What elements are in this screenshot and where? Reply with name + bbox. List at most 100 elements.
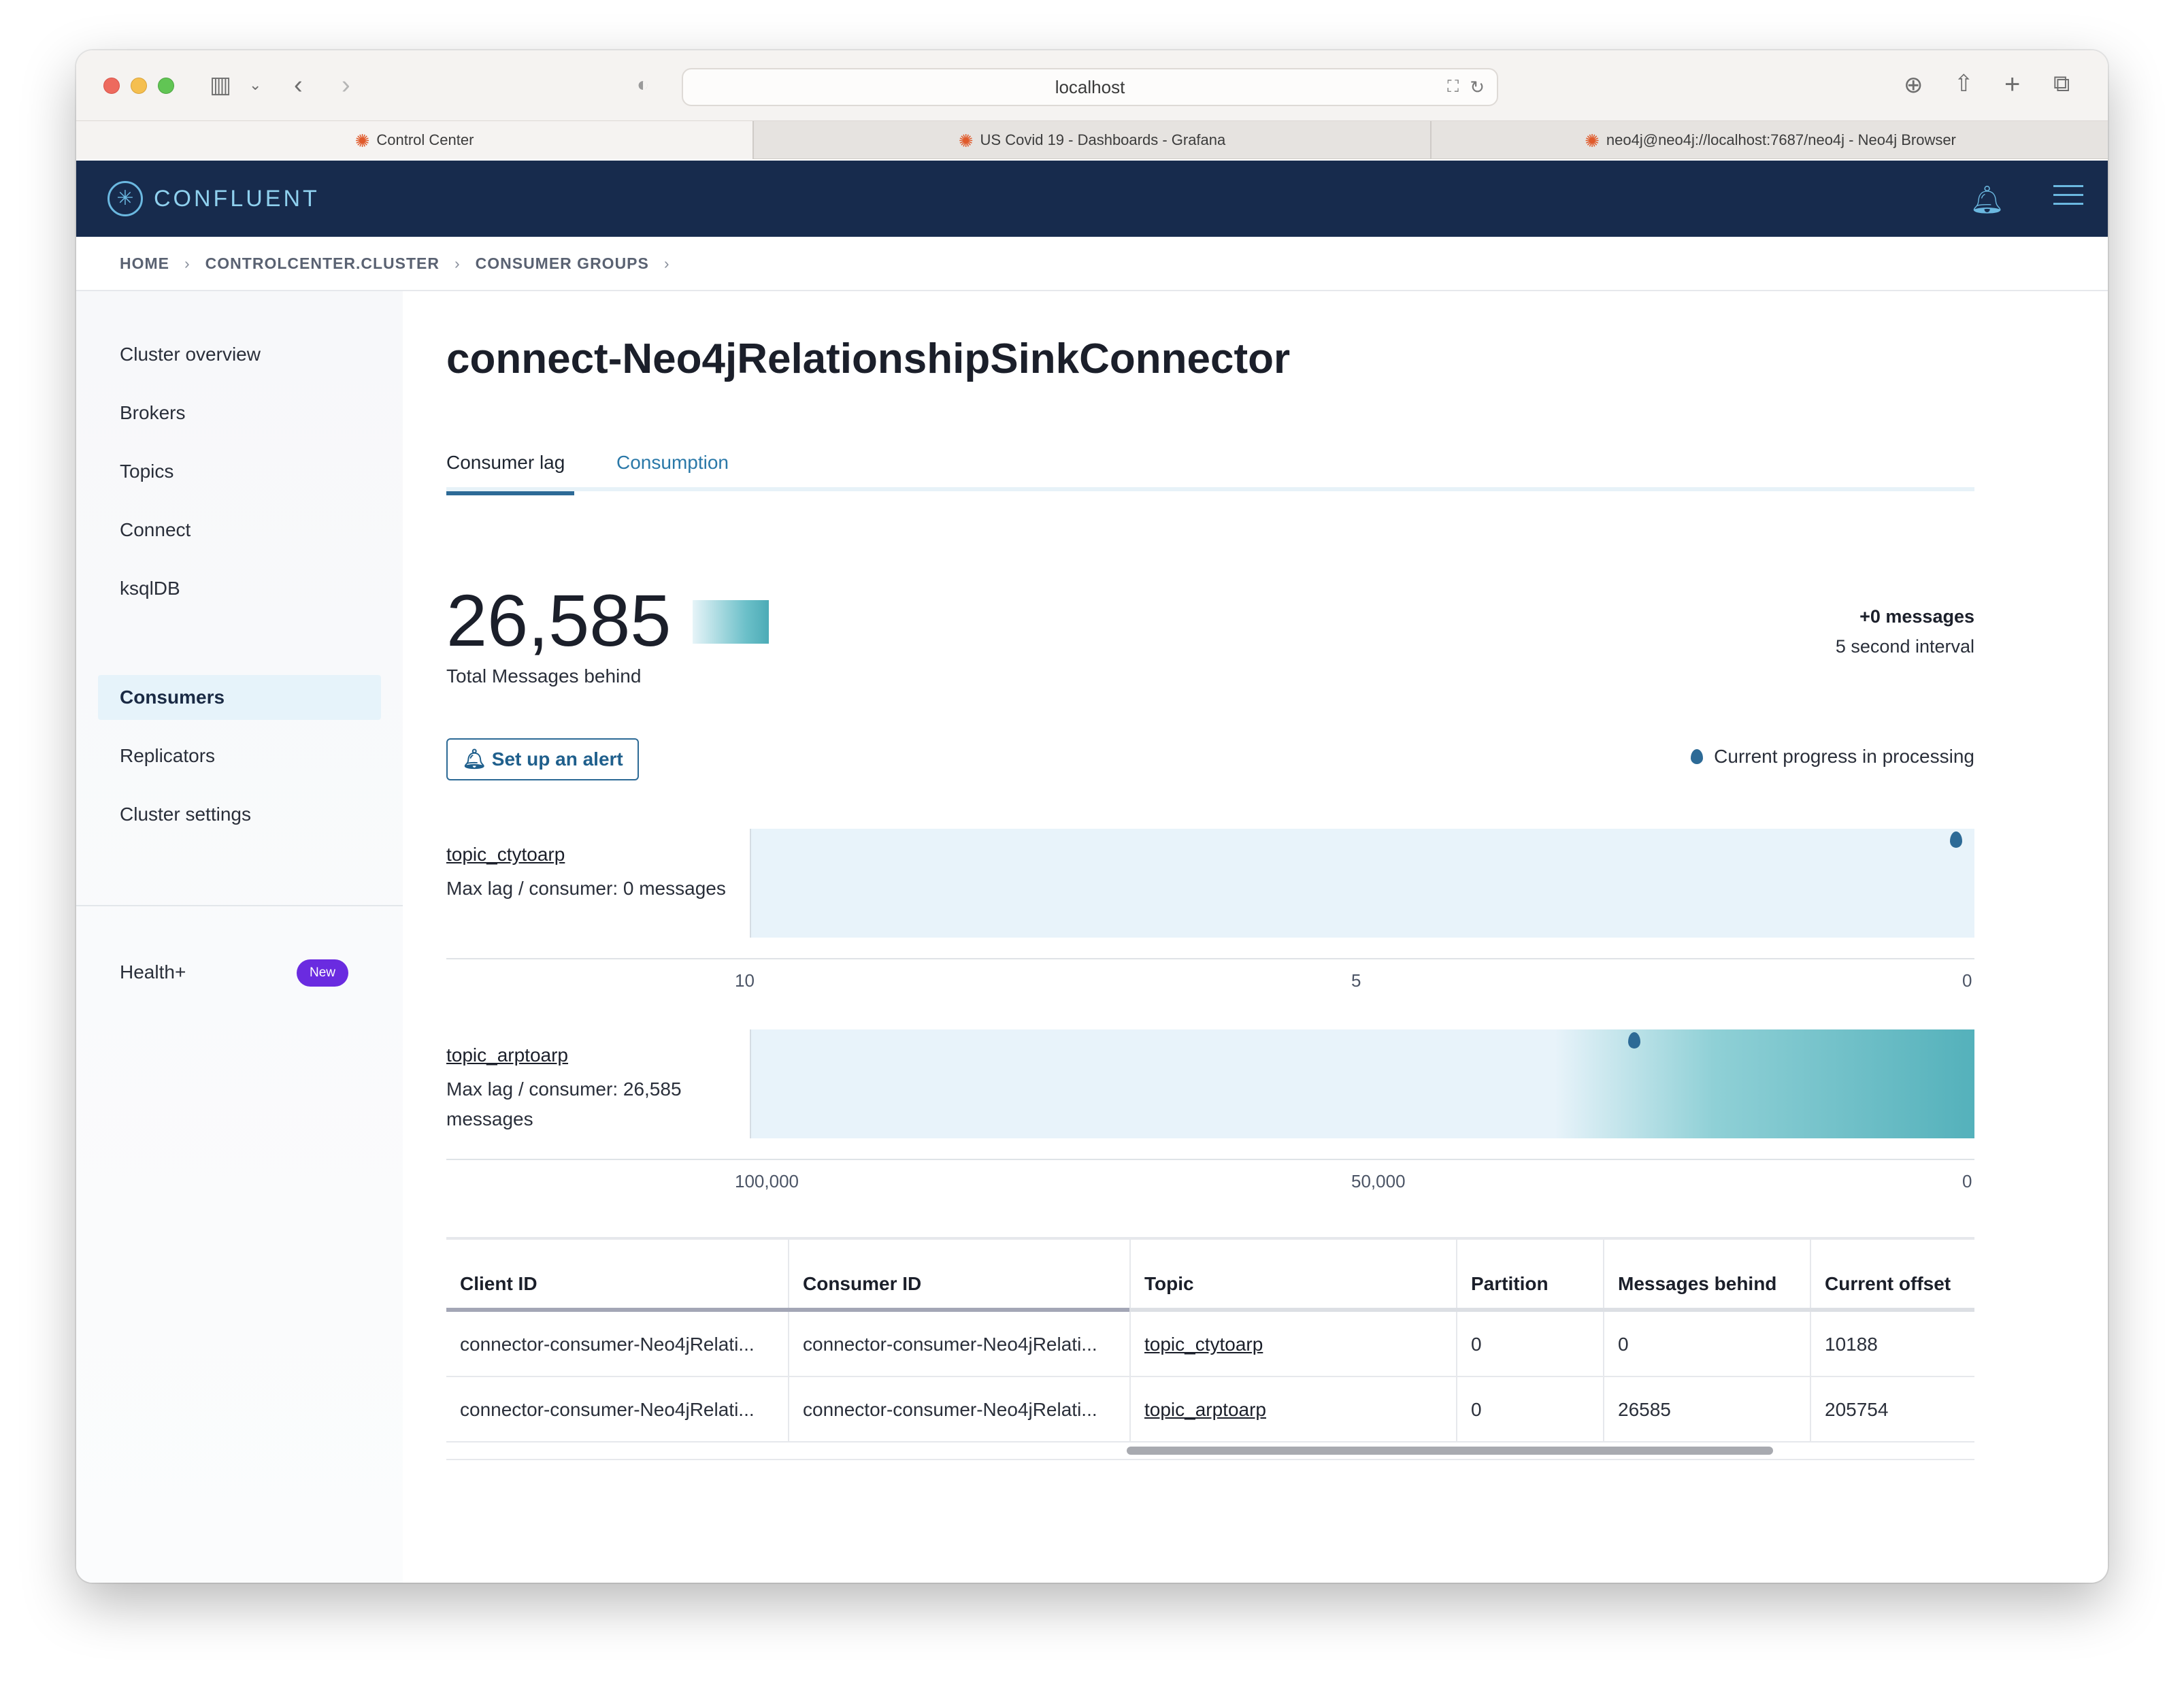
notification-bell-icon[interactable]: 🔔︎ [1970, 184, 2004, 216]
column-header-client-id[interactable]: Client ID [446, 1240, 788, 1312]
progress-legend: Current progress in processing [1691, 746, 1974, 768]
browser-window: ▥ ⌄ ‹ › ◐ localhost ⛶ ↻ ⊕ ⇧ + ⧉ ✺ Control… [76, 50, 2108, 1583]
sidebar-toggle-icon[interactable]: ▥ [210, 73, 231, 97]
sidebar-item-cluster-overview[interactable]: Cluster overview [98, 332, 381, 377]
column-header-current-offset[interactable]: Current offset [1810, 1240, 1974, 1312]
set-up-alert-button[interactable]: 🔔︎ Set up an alert [446, 738, 639, 780]
chevron-down-icon[interactable]: ⌄ [249, 78, 261, 93]
close-window-button[interactable] [103, 78, 120, 94]
tab-bar: Consumer lag Consumption [446, 449, 1974, 495]
browser-tab-neo4j[interactable]: ✺ neo4j@neo4j://localhost:7687/neo4j - Ne… [1432, 121, 2108, 159]
delta-interval: 5 second interval [1835, 636, 1974, 657]
maximize-window-button[interactable] [158, 78, 174, 94]
axis-tick-label: 10 [735, 970, 755, 991]
column-header-topic[interactable]: Topic [1129, 1240, 1456, 1312]
back-icon[interactable]: ‹ [294, 72, 303, 98]
cell-current-offset: 10188 [1810, 1312, 1974, 1377]
axis-tick-label: 100,000 [735, 1171, 799, 1191]
new-tab-icon[interactable]: + [2004, 71, 2020, 98]
chevron-right-icon: › [663, 254, 670, 272]
page-title: connect-Neo4jRelationshipSinkConnector [446, 335, 1291, 382]
set-up-alert-label: Set up an alert [491, 748, 623, 770]
browser-tab-grafana[interactable]: ✺ US Covid 19 - Dashboards - Grafana [754, 121, 1432, 159]
translate-icon[interactable]: ⛶ [1447, 69, 1459, 105]
column-header-partition[interactable]: Partition [1456, 1240, 1603, 1312]
breadcrumb-home[interactable]: HOME [120, 237, 169, 290]
cell-client-id: connector-consumer-Neo4jRelati... [460, 1334, 755, 1355]
sidebar-item-replicators[interactable]: Replicators [98, 733, 381, 778]
browser-tab-label: Control Center [376, 131, 474, 148]
brand-name: CONFLUENT [154, 186, 320, 212]
sidebar-item-consumers[interactable]: Consumers [98, 675, 381, 720]
topic-link[interactable]: topic_ctytoarp [446, 844, 565, 865]
sidebar-item-health-plus[interactable]: Health+ New [98, 950, 381, 995]
grafana-icon: ✺ [354, 131, 370, 151]
tab-overview-icon[interactable]: ⧉ [2053, 72, 2070, 95]
chevron-right-icon: › [184, 254, 191, 272]
sidebar-item-topics[interactable]: Topics [98, 449, 381, 494]
axis-tick-label: 50,000 [1351, 1171, 1406, 1191]
cell-topic: topic_ctytoarp [1129, 1312, 1456, 1377]
horizontal-scrollbar[interactable] [446, 1442, 1974, 1460]
address-bar[interactable]: localhost ⛶ ↻ [682, 68, 1498, 106]
sidebar-item-label: Health+ [120, 961, 186, 983]
delta-summary: +0 messages 5 second interval [1836, 601, 1974, 661]
progress-marker [1950, 831, 1963, 848]
consumer-table: Client ID Consumer ID Topic Partition Me… [446, 1237, 1974, 1460]
breadcrumb-consumer-groups[interactable]: CONSUMER GROUPS [476, 237, 649, 290]
table-row[interactable]: connector-consumer-Neo4jRelati... connec… [446, 1312, 1974, 1377]
sidebar-divider [76, 905, 403, 906]
bell-icon: 🔔︎ [462, 748, 486, 770]
grafana-icon: ✺ [1585, 131, 1600, 151]
column-header-messages-behind[interactable]: Messages behind [1603, 1240, 1810, 1312]
shield-icon[interactable]: ◐ [637, 75, 649, 95]
breadcrumb: HOME › CONTROLCENTER.CLUSTER › CONSUMER GROU… [76, 237, 2108, 291]
cell-consumer-id: connector-consumer-Neo4jRelati... [788, 1377, 1129, 1442]
confluent-logo-icon: ✳ [107, 181, 143, 216]
total-messages-behind-label: Total Messages behind [446, 665, 642, 687]
axis-tick-label: 0 [1962, 1171, 1972, 1191]
app-header: ✳ CONFLUENT 🔔︎ [76, 161, 2108, 237]
progress-marker [1628, 1032, 1641, 1049]
share-icon[interactable]: ⇧ [1954, 72, 1974, 95]
download-icon[interactable]: ⊕ [1904, 73, 1923, 97]
sidebar-item-connect[interactable]: Connect [98, 508, 381, 553]
topic-link[interactable]: topic_arptoarp [446, 1044, 568, 1066]
max-lag-label: Max lag / consumer: 26,585 messages [446, 1078, 682, 1129]
progress-marker-icon [1691, 749, 1704, 764]
sidebar-item-brokers[interactable]: Brokers [98, 391, 381, 435]
cell-partition: 0 [1456, 1377, 1603, 1442]
url-text: localhost [1055, 77, 1125, 97]
browser-tab-label: US Covid 19 - Dashboards - Grafana [980, 131, 1226, 148]
max-lag-label: Max lag / consumer: 0 messages [446, 878, 726, 899]
topic-link[interactable]: topic_ctytoarp [1144, 1334, 1263, 1355]
chevron-right-icon: › [454, 254, 461, 272]
axis-line [446, 1159, 1974, 1160]
sidebar-item-cluster-settings[interactable]: Cluster settings [98, 792, 381, 837]
cell-messages-behind: 0 [1603, 1312, 1810, 1377]
forward-icon[interactable]: › [342, 72, 350, 98]
tab-consumer-lag[interactable]: Consumer lag [446, 449, 574, 495]
table-header-row: Client ID Consumer ID Topic Partition Me… [446, 1240, 1974, 1312]
total-messages-behind-value: 26,585 [446, 579, 672, 661]
topic-link[interactable]: topic_arptoarp [1144, 1399, 1266, 1420]
browser-tab-label: neo4j@neo4j://localhost:7687/neo4j - Neo… [1606, 131, 1956, 148]
reload-icon[interactable]: ↻ [1470, 69, 1485, 105]
browser-tab-control-center[interactable]: ✺ Control Center [76, 121, 754, 159]
sidebar-item-ksqldb[interactable]: ksqlDB [98, 566, 381, 611]
column-header-consumer-id[interactable]: Consumer ID [788, 1240, 1129, 1312]
cell-topic: topic_arptoarp [1129, 1377, 1456, 1442]
tab-consumption[interactable]: Consumption [616, 449, 729, 491]
cell-current-offset: 205754 [1810, 1377, 1974, 1442]
minimize-window-button[interactable] [131, 78, 147, 94]
axis-line [446, 958, 1974, 959]
axis-tick-label: 5 [1351, 970, 1361, 991]
axis-tick-label: 0 [1962, 970, 1972, 991]
scrollbar-thumb[interactable] [1127, 1447, 1773, 1455]
breadcrumb-cluster[interactable]: CONTROLCENTER.CLUSTER [205, 237, 440, 290]
grafana-icon: ✺ [958, 131, 974, 151]
hamburger-menu-icon[interactable] [2053, 181, 2083, 211]
cell-client-id: connector-consumer-Neo4jRelati... [460, 1399, 755, 1420]
table-row[interactable]: connector-consumer-Neo4jRelati... connec… [446, 1377, 1974, 1442]
lag-sparkline [693, 600, 769, 644]
